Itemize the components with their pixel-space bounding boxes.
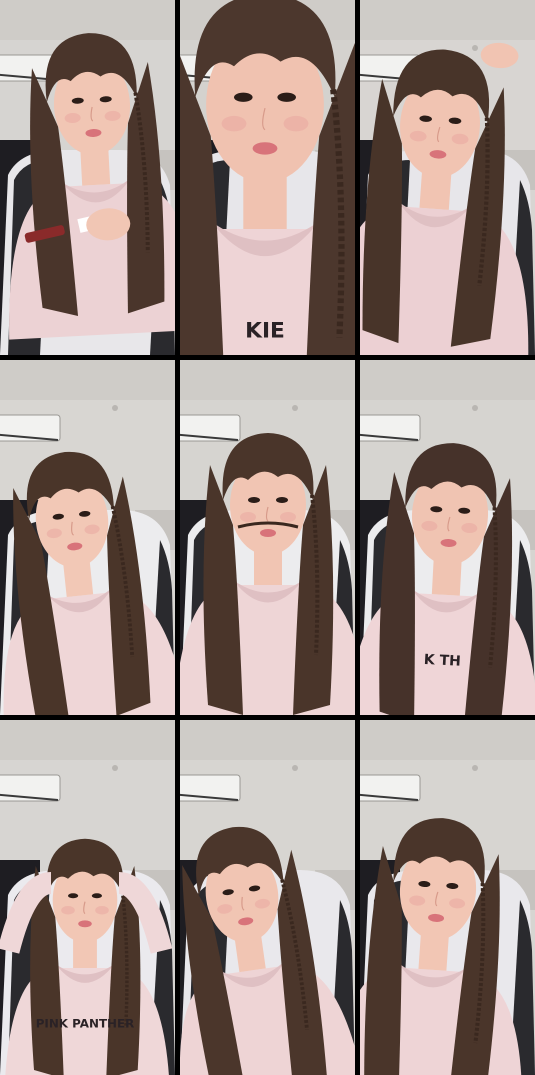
frame-photo xyxy=(180,360,355,715)
frame-photo: PINK PANTHER xyxy=(0,720,175,1075)
collage-frame-8 xyxy=(180,720,355,1075)
collage-frame-1 xyxy=(0,0,175,355)
frame-photo xyxy=(360,720,535,1075)
collage-frame-5 xyxy=(180,360,355,715)
hoodie-print: PINK PANTHER xyxy=(36,1017,135,1031)
collage-frame-2: KIE xyxy=(180,0,355,355)
hoodie-print: K TH xyxy=(423,652,461,670)
collage-frame-3 xyxy=(360,0,535,355)
air-conditioner xyxy=(0,414,61,442)
photo-collage: KIE K TH PINK PANTHER xyxy=(0,0,535,1075)
air-conditioner xyxy=(360,774,421,802)
air-conditioner xyxy=(180,774,241,802)
air-conditioner xyxy=(360,414,421,442)
collage-frame-6: K TH xyxy=(360,360,535,715)
collage-frame-4 xyxy=(0,360,175,715)
hoodie-print: KIE xyxy=(245,319,285,344)
air-conditioner xyxy=(0,774,61,802)
frame-photo: KIE xyxy=(180,0,355,355)
frame-photo xyxy=(0,360,175,715)
collage-frame-7: PINK PANTHER xyxy=(0,720,175,1075)
person: KIE xyxy=(180,0,355,355)
collage-frame-9 xyxy=(360,720,535,1075)
frame-photo xyxy=(360,0,535,355)
frame-photo xyxy=(0,0,175,355)
frame-photo xyxy=(180,720,355,1075)
frame-photo: K TH xyxy=(360,360,535,715)
air-conditioner xyxy=(180,414,241,442)
